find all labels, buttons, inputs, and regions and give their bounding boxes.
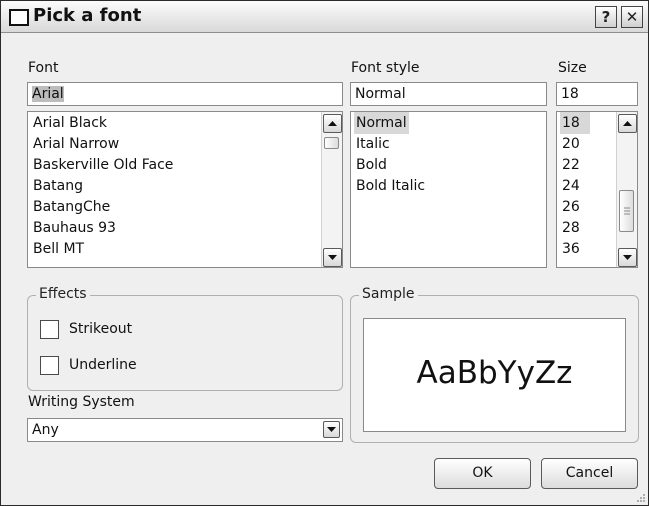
writing-system-select[interactable]: Any <box>27 418 343 442</box>
size-scroll-up-button[interactable] <box>618 114 637 133</box>
font-list-item[interactable]: Baskerville Old Face <box>31 154 175 176</box>
font-input-value: Arial <box>32 86 64 102</box>
effects-group: Effects Strikeout Underline <box>27 286 343 391</box>
underline-checkbox[interactable] <box>40 356 59 375</box>
cancel-button[interactable]: Cancel <box>541 458 638 489</box>
size-list[interactable]: 18 20 22 24 26 28 36 <box>556 111 638 268</box>
chevron-down-icon <box>327 427 336 432</box>
writing-system-label: Writing System <box>28 394 135 410</box>
font-style-item[interactable]: Bold <box>354 154 389 176</box>
font-scroll-down-button[interactable] <box>323 248 342 267</box>
font-list-item[interactable]: BatangChe <box>31 196 112 218</box>
dialog-title: Pick a font <box>33 5 142 26</box>
font-list-scrollbar[interactable] <box>321 112 342 267</box>
font-style-item[interactable]: Bold Italic <box>354 175 427 197</box>
font-style-label: Font style <box>351 60 420 76</box>
size-list-scrollbar[interactable] <box>616 112 637 267</box>
font-list-item[interactable]: Arial Black <box>31 112 109 134</box>
font-style-input-value: Normal <box>355 86 406 102</box>
size-label: Size <box>558 60 587 76</box>
font-list-item[interactable]: Arial Narrow <box>31 133 121 155</box>
font-style-item-selected[interactable]: Normal <box>354 112 409 134</box>
size-item-selected[interactable]: 18 <box>560 112 590 134</box>
resize-grip-icon[interactable] <box>636 493 646 503</box>
size-item[interactable]: 28 <box>560 217 582 239</box>
font-scroll-up-button[interactable] <box>323 114 342 133</box>
size-scroll-thumb[interactable] <box>619 190 634 232</box>
writing-system-dropdown-button[interactable] <box>323 421 340 438</box>
effects-title: Effects <box>36 286 90 302</box>
size-item[interactable]: 24 <box>560 175 582 197</box>
chevron-up-icon <box>623 121 632 126</box>
size-item[interactable]: 22 <box>560 154 582 176</box>
font-list-item[interactable]: Bauhaus 93 <box>31 217 118 239</box>
size-input[interactable]: 18 <box>556 82 638 106</box>
chevron-down-icon <box>623 255 632 260</box>
close-button[interactable]: ✕ <box>621 6 643 28</box>
close-icon: ✕ <box>625 8 639 26</box>
help-icon: ? <box>601 8 611 26</box>
scroll-grip-icon <box>624 207 630 215</box>
size-item[interactable]: 26 <box>560 196 582 218</box>
strikeout-label[interactable]: Strikeout <box>69 321 132 337</box>
sample-title: Sample <box>359 286 418 302</box>
font-input[interactable]: Arial <box>27 82 343 106</box>
size-item[interactable]: 20 <box>560 133 582 155</box>
size-scroll-down-button[interactable] <box>618 248 637 267</box>
size-item[interactable]: 36 <box>560 238 582 260</box>
font-label: Font <box>28 60 59 76</box>
title-bar[interactable]: Pick a font ? ✕ <box>1 1 648 33</box>
strikeout-checkbox[interactable] <box>40 320 59 339</box>
font-style-item[interactable]: Italic <box>354 133 392 155</box>
font-dialog: Pick a font ? ✕ Font Arial Arial Black A… <box>0 0 649 506</box>
font-scroll-thumb[interactable] <box>324 137 339 149</box>
ok-button[interactable]: OK <box>434 458 531 489</box>
help-button[interactable]: ? <box>595 6 617 28</box>
font-style-input[interactable]: Normal <box>350 82 547 106</box>
underline-label[interactable]: Underline <box>69 357 137 373</box>
chevron-up-icon <box>328 121 337 126</box>
font-list[interactable]: Arial Black Arial Narrow Baskerville Old… <box>27 111 343 268</box>
sample-text: AaBbYyZz <box>416 355 573 391</box>
sample-preview: AaBbYyZz <box>363 318 626 432</box>
font-style-list[interactable]: Normal Italic Bold Bold Italic <box>350 111 547 268</box>
sample-group: Sample AaBbYyZz <box>350 286 639 443</box>
size-input-value: 18 <box>561 86 579 102</box>
font-list-item[interactable]: Bell MT <box>31 238 86 260</box>
font-list-item[interactable]: Batang <box>31 175 85 197</box>
writing-system-value: Any <box>32 422 59 438</box>
window-icon <box>9 9 29 26</box>
chevron-down-icon <box>328 255 337 260</box>
